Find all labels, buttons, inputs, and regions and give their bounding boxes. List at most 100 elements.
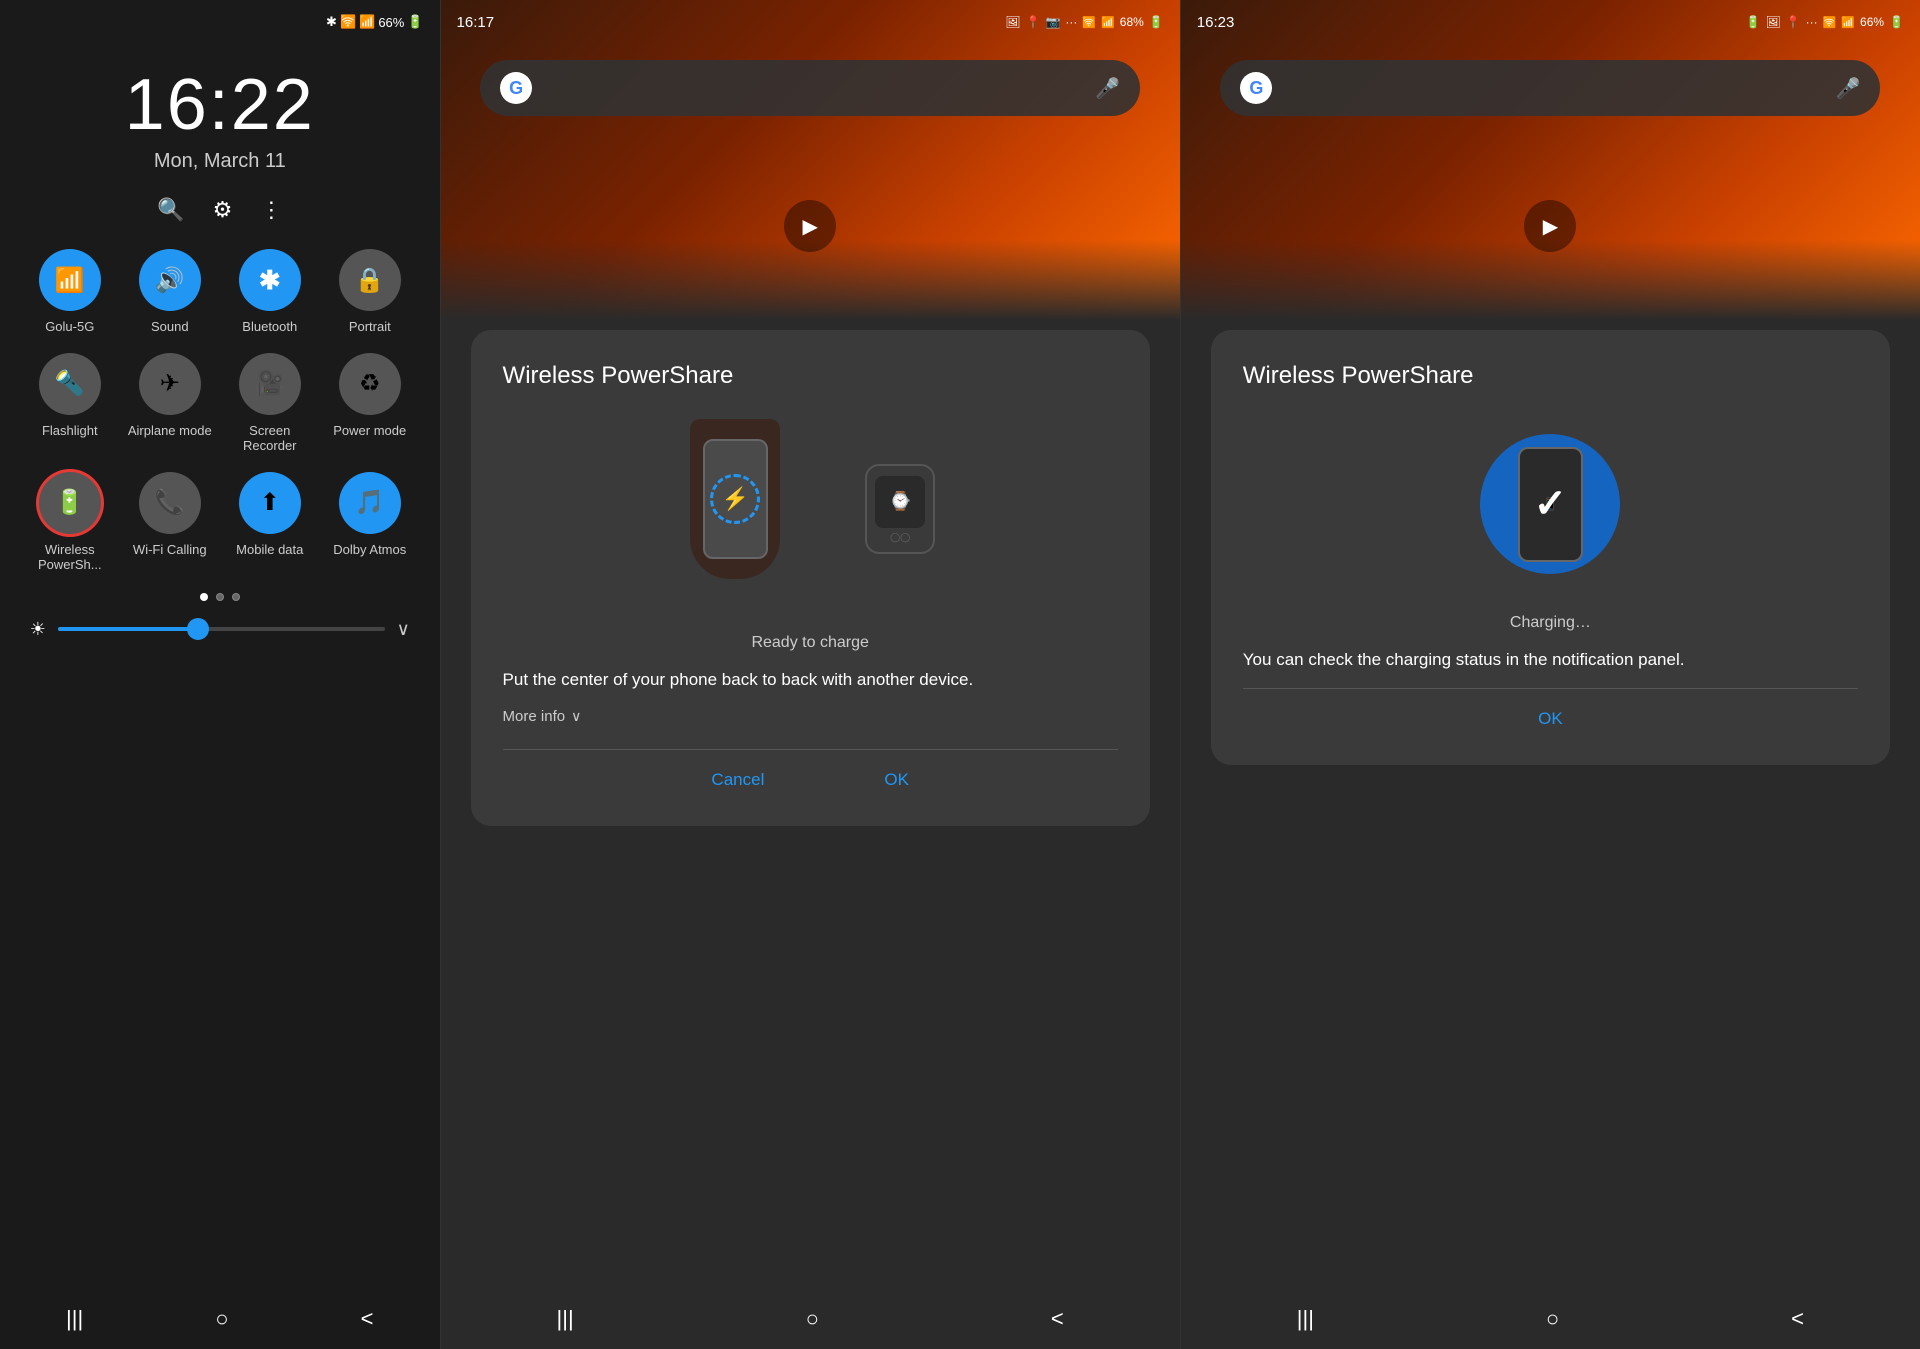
- tile-portrait[interactable]: 🔒 Portrait: [325, 249, 415, 335]
- airplane-icon: ✈: [139, 353, 201, 415]
- power-mode-label: Power mode: [333, 423, 406, 439]
- p3-wifi-icon: 🛜: [1823, 16, 1837, 29]
- brightness-thumb[interactable]: [187, 618, 209, 640]
- wps-charging-buttons: OK: [1243, 688, 1858, 741]
- flashlight-label: Flashlight: [42, 423, 98, 439]
- home-button[interactable]: ○: [215, 1306, 228, 1332]
- p3-signal-icon: 📶: [1841, 16, 1855, 29]
- p3-battery-icon2: 🔋: [1889, 15, 1904, 29]
- wps-ready-dialog: Wireless PowerShare ⚡ ⌚ ◯◯: [471, 330, 1150, 826]
- p3-wallpaper: [1181, 0, 1920, 320]
- tile-airplane[interactable]: ✈ Airplane mode: [125, 353, 215, 454]
- search-icon[interactable]: 🔍: [157, 197, 184, 223]
- tile-wireless-powershare[interactable]: 🔋 Wireless PowerSh...: [25, 472, 115, 573]
- wallpaper: [441, 0, 1180, 320]
- portrait-icon: 🔒: [339, 249, 401, 311]
- wps-charging-illus: 📱 ✓: [1450, 414, 1650, 594]
- qs-toolbar: 🔍 ⚙ ⋮: [157, 197, 282, 223]
- p2-recents-button[interactable]: |||: [557, 1306, 574, 1332]
- mic-icon[interactable]: 🎤: [1095, 76, 1120, 101]
- screen-recorder-label: Screen Recorder: [225, 423, 315, 454]
- tile-sound[interactable]: 🔊 Sound: [125, 249, 215, 335]
- wps-illus-container: ⚡ ⌚ ◯◯: [680, 414, 940, 614]
- wps-charging-description: You can check the charging status in the…: [1243, 648, 1685, 672]
- tile-wifi-calling[interactable]: 📞 Wi-Fi Calling: [125, 472, 215, 573]
- watch-screen: ⌚: [875, 476, 925, 528]
- battery-icon: 🔋: [407, 14, 423, 30]
- charge-ring: ⚡: [710, 474, 760, 524]
- portrait-label: Portrait: [349, 319, 391, 335]
- watch-group: ⌚ ◯◯: [865, 464, 935, 554]
- airplane-label: Airplane mode: [128, 423, 212, 439]
- p2-gallery2-icon: 📷: [1045, 15, 1060, 29]
- wifi-calling-icon: 📞: [139, 472, 201, 534]
- p3-search-bar[interactable]: G 🎤: [1220, 60, 1880, 116]
- quick-tiles-grid: 📶 Golu-5G 🔊 Sound ✱ Bluetooth 🔒 Portrait…: [5, 249, 435, 573]
- navigation-bar: ||| ○ <: [0, 1289, 440, 1349]
- recents-button[interactable]: |||: [66, 1306, 83, 1332]
- settings-icon[interactable]: ⚙: [213, 197, 233, 223]
- tile-screen-recorder[interactable]: 🎥 Screen Recorder: [225, 353, 315, 454]
- hand-shape: ⚡: [690, 419, 780, 579]
- status-bar: ✱ 🛜 📶 66% 🔋: [0, 0, 440, 44]
- more-info-label: More info: [503, 708, 566, 725]
- p3-mic-icon[interactable]: 🎤: [1835, 76, 1860, 101]
- wps-ok-button[interactable]: OK: [1518, 697, 1583, 741]
- dolby-atmos-label: Dolby Atmos: [333, 542, 406, 558]
- sound-label: Sound: [151, 319, 189, 335]
- play-button[interactable]: ▶: [784, 200, 836, 252]
- golu5g-label: Golu-5G: [45, 319, 94, 335]
- wps-status-text: Ready to charge: [751, 634, 868, 652]
- watch-label: ◯◯: [890, 532, 910, 543]
- blue-circle: 📱 ✓: [1480, 434, 1620, 574]
- p2-maps-icon: 📍: [1025, 15, 1040, 29]
- p2-home-button[interactable]: ○: [806, 1306, 819, 1332]
- phone-in-hand: ⚡: [703, 439, 768, 559]
- p2-more-icon: ···: [1065, 15, 1077, 29]
- bluetooth-icon: ✱: [239, 249, 301, 311]
- brightness-slider[interactable]: [58, 627, 385, 631]
- tile-power-mode[interactable]: ♻ Power mode: [325, 353, 415, 454]
- page-dot-1[interactable]: [200, 593, 208, 601]
- p2-notif-icons: 🖼 📍 📷 ··· 🛜 📶 68% 🔋: [1005, 15, 1164, 29]
- quick-settings-panel: ✱ 🛜 📶 66% 🔋 16:22 Mon, March 11 🔍 ⚙ ⋮ 📶 …: [0, 0, 440, 1349]
- brightness-fill: [58, 627, 198, 631]
- p2-back-button[interactable]: <: [1051, 1306, 1064, 1332]
- p2-status-bar: 16:17 🖼 📍 📷 ··· 🛜 📶 68% 🔋: [441, 0, 1180, 44]
- ok-button[interactable]: OK: [864, 758, 929, 802]
- more-options-icon[interactable]: ⋮: [260, 197, 282, 223]
- power-mode-icon: ♻: [339, 353, 401, 415]
- dolby-atmos-icon: 🎵: [339, 472, 401, 534]
- p3-home-button[interactable]: ○: [1546, 1306, 1559, 1332]
- p3-play-button[interactable]: ▶: [1524, 200, 1576, 252]
- p3-battery-icon1: 🔋: [1745, 15, 1760, 29]
- cancel-button[interactable]: Cancel: [691, 758, 784, 802]
- wps-charging-status: Charging…: [1510, 614, 1591, 632]
- back-button[interactable]: <: [361, 1306, 374, 1332]
- wps-dialog-title: Wireless PowerShare: [503, 362, 734, 390]
- wps-description: Put the center of your phone back to bac…: [503, 668, 974, 692]
- wireless-powershare-icon: 🔋: [39, 472, 101, 534]
- p3-recents-button[interactable]: |||: [1297, 1306, 1314, 1332]
- chevron-down-icon: ∨: [571, 708, 581, 725]
- more-info-row[interactable]: More info ∨: [503, 708, 582, 725]
- brightness-expand-icon[interactable]: ∨: [397, 619, 410, 640]
- clock-display: 16:22: [125, 64, 315, 146]
- page-dot-2[interactable]: [216, 593, 224, 601]
- tile-dolby-atmos[interactable]: 🎵 Dolby Atmos: [325, 472, 415, 573]
- tile-golu5g[interactable]: 📶 Golu-5G: [25, 249, 115, 335]
- page-indicator: [200, 593, 240, 601]
- p3-gallery-icon: 🖼: [1765, 15, 1780, 29]
- p3-clock: 16:23: [1197, 14, 1235, 31]
- page-dot-3[interactable]: [232, 593, 240, 601]
- p2-search-bar[interactable]: G 🎤: [480, 60, 1140, 116]
- p3-back-button[interactable]: <: [1791, 1306, 1804, 1332]
- brightness-icon: ☀: [30, 619, 46, 640]
- tile-flashlight[interactable]: 🔦 Flashlight: [25, 353, 115, 454]
- mobile-data-icon: ⬆: [239, 472, 301, 534]
- hand-phone-group: ⚡: [690, 419, 780, 579]
- tile-mobile-data[interactable]: ⬆ Mobile data: [225, 472, 315, 573]
- tile-bluetooth[interactable]: ✱ Bluetooth: [225, 249, 315, 335]
- p2-gallery-icon: 🖼: [1005, 15, 1020, 29]
- date-display: Mon, March 11: [154, 150, 286, 173]
